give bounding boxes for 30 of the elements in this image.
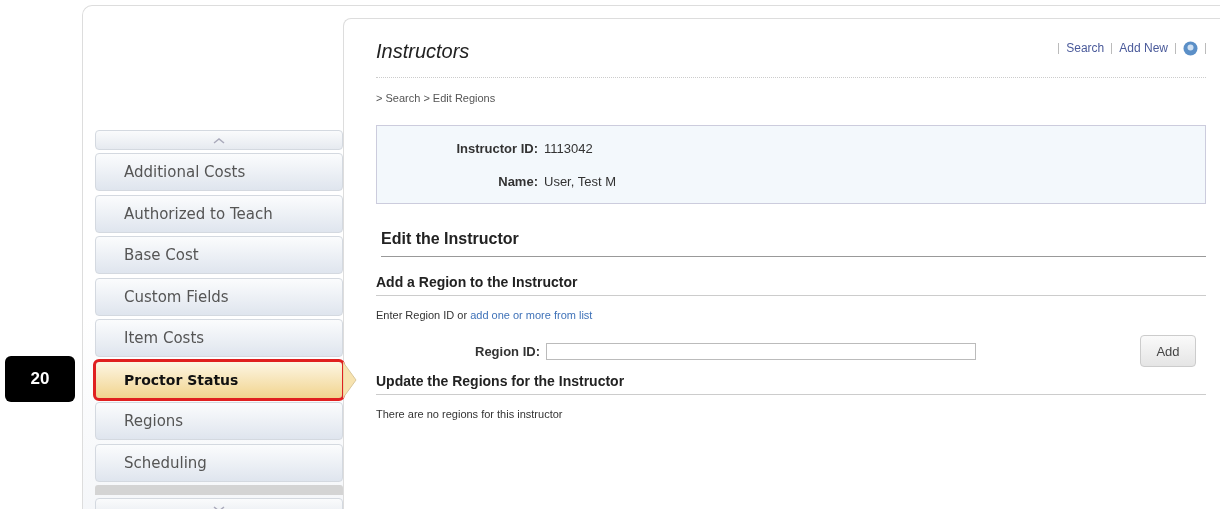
hint-text: Enter Region ID or add one or more from list <box>376 309 594 321</box>
sidebar-item[interactable]: Authorized to Teach <box>95 194 343 233</box>
section-heading: Update the Regions for the Instructor <box>376 373 1206 395</box>
field-value: User, Test M <box>544 173 616 189</box>
list-link[interactable]: add one or more from list <box>470 309 593 321</box>
field-label: Region ID: <box>474 343 540 359</box>
region-id-field[interactable] <box>546 342 976 360</box>
field-label: Instructor ID: <box>455 140 538 156</box>
empty-message: There are no regions for this instructor <box>376 408 564 420</box>
field-label: Name: <box>497 173 538 189</box>
header-link[interactable]: Search <box>1066 41 1105 55</box>
sidebar-item[interactable]: Regions <box>95 402 343 440</box>
sidebar-item[interactable]: Item Costs <box>95 319 343 357</box>
pointer-icon <box>343 361 357 398</box>
breadcrumb: > Search > Edit Regions <box>376 92 497 104</box>
scroll-up-button[interactable] <box>95 130 343 150</box>
header-link[interactable]: Add New <box>1119 41 1168 55</box>
page-title: Instructors <box>376 39 470 63</box>
section-heading: Edit the Instructor <box>381 230 1206 257</box>
add-button[interactable]: Add <box>1140 335 1196 367</box>
callout-badge: 20 <box>5 355 75 402</box>
sidebar-item[interactable]: Proctor Status <box>95 360 343 399</box>
section-heading: Add a Region to the Instructor <box>376 274 1206 296</box>
field-value: 1113042 <box>544 140 593 156</box>
chevron-up-icon <box>213 136 225 144</box>
sidebar-item[interactable]: Custom Fields <box>95 277 343 316</box>
help-icon[interactable] <box>1183 40 1198 56</box>
sidebar-item[interactable]: Scheduling <box>95 443 343 482</box>
sidebar-item[interactable]: Base Cost <box>95 236 343 274</box>
sidebar-item[interactable]: Additional Costs <box>95 153 343 191</box>
